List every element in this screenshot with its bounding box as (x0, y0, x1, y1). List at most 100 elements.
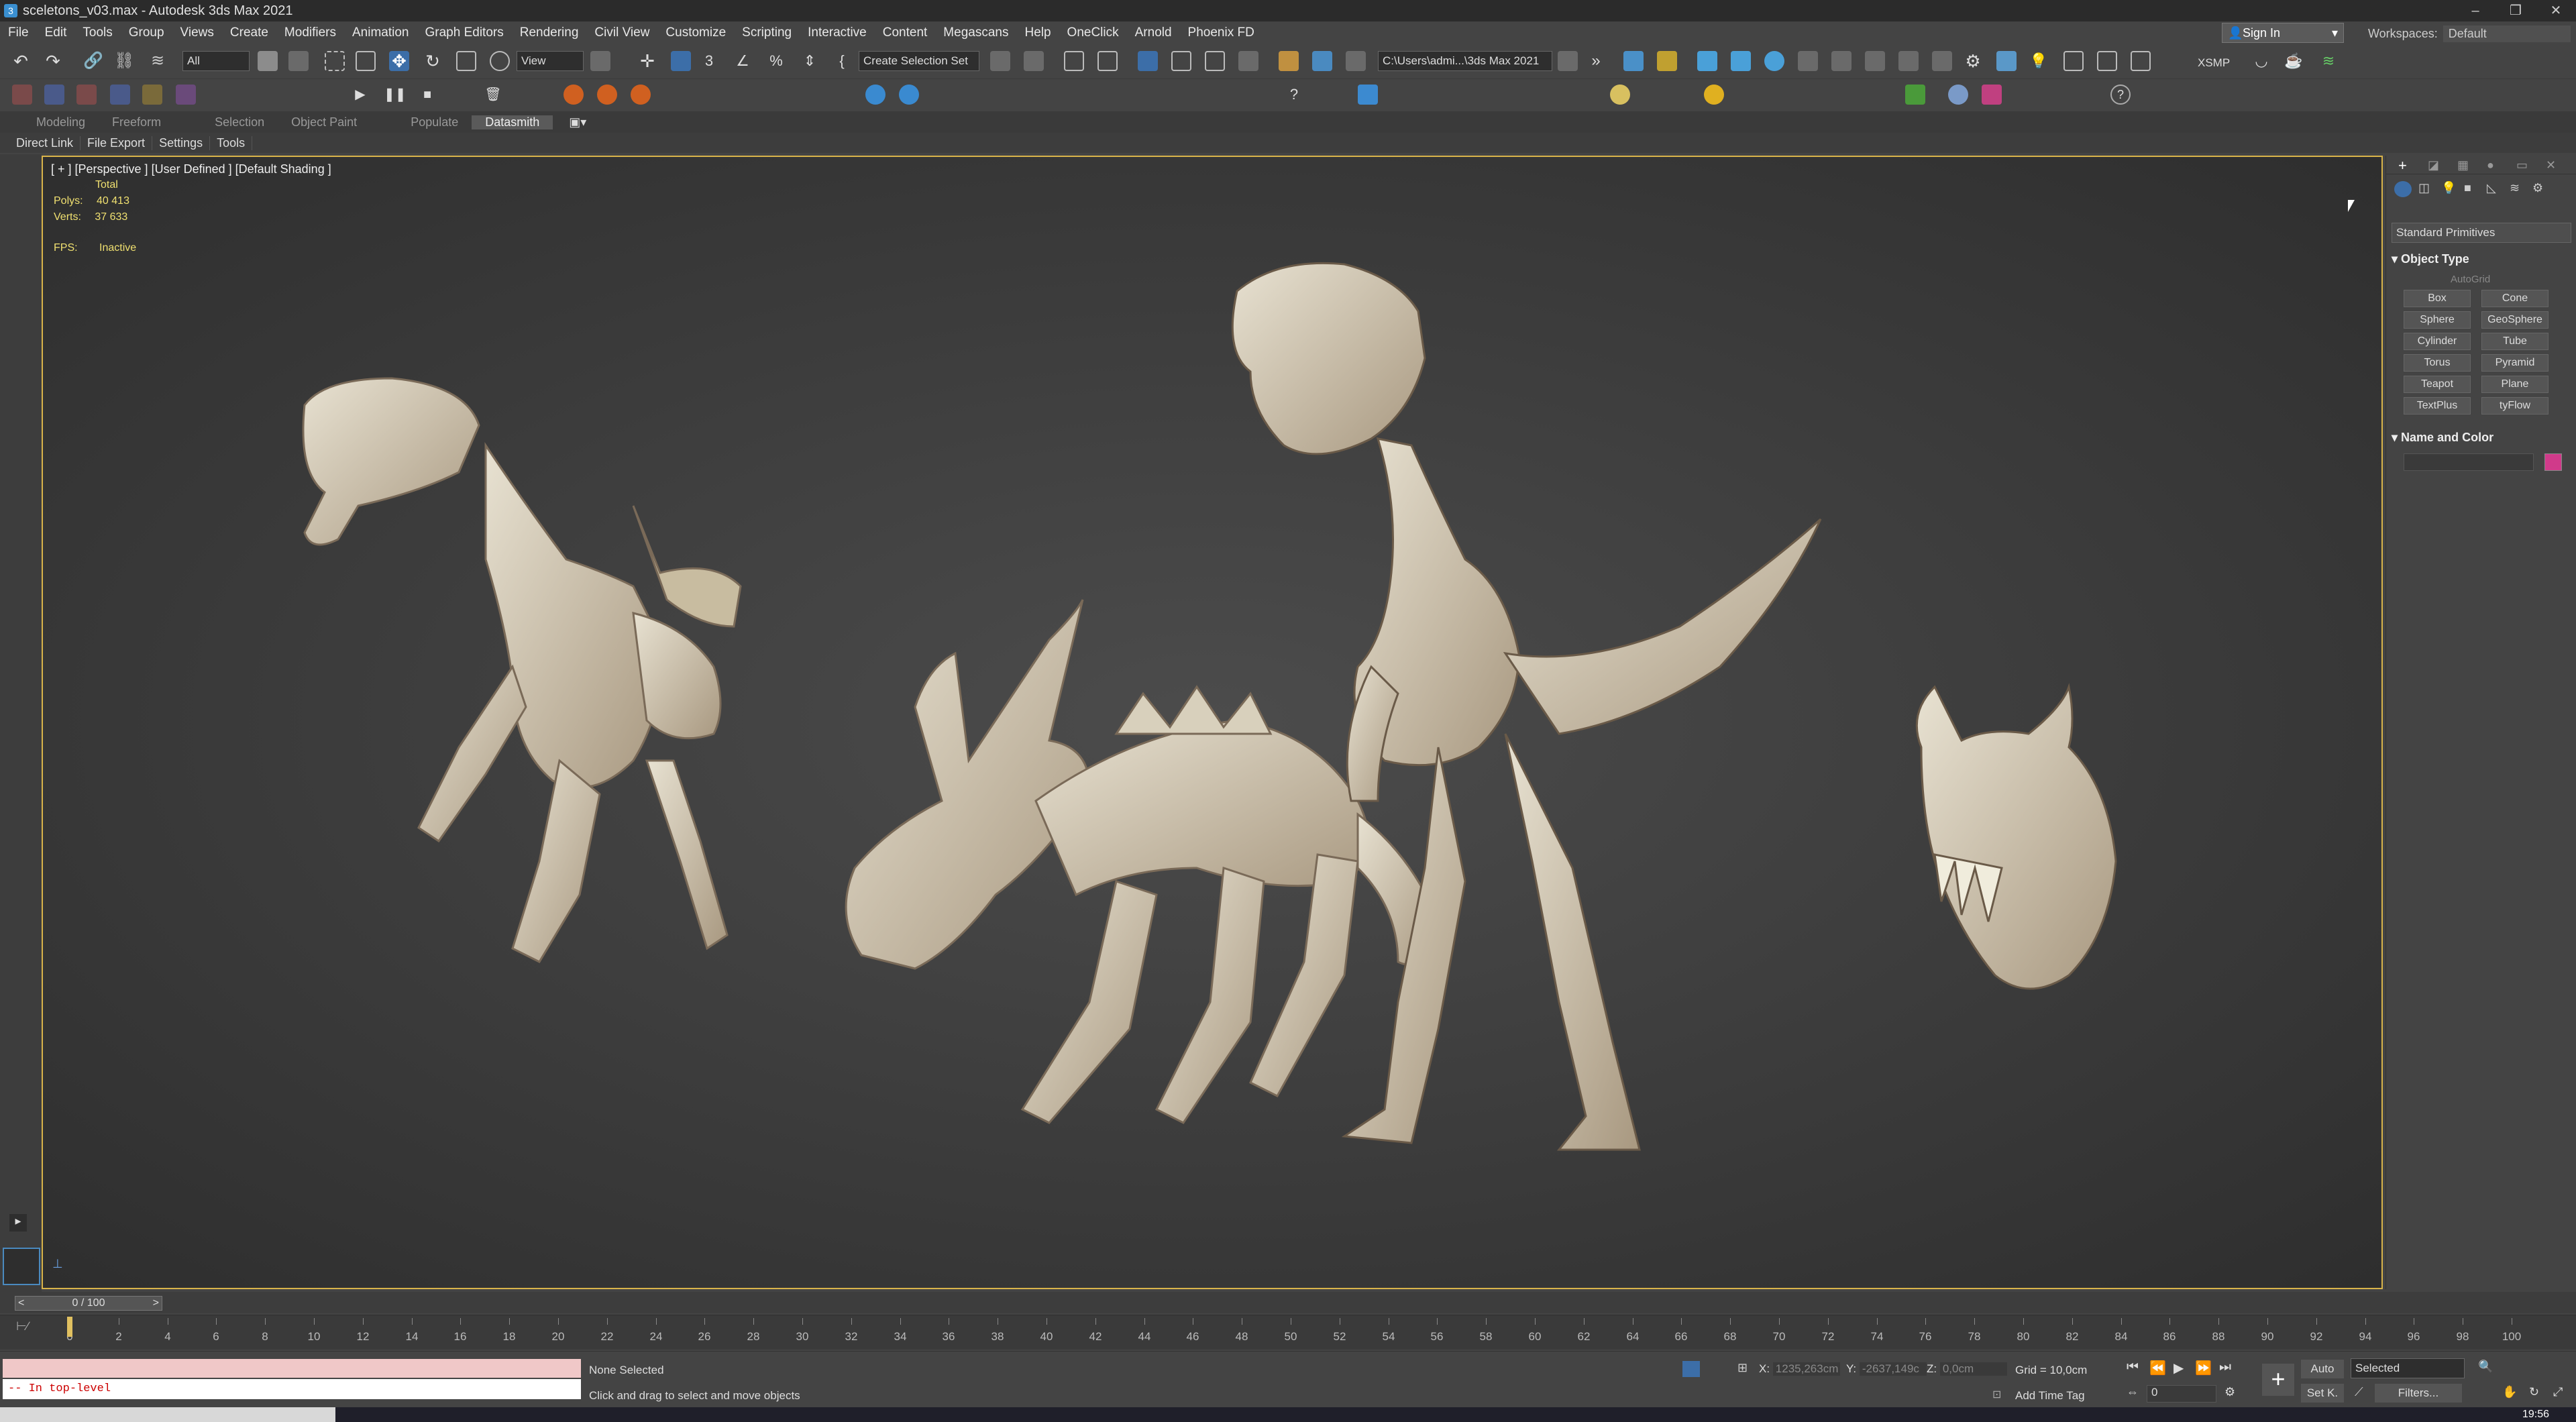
play-icon[interactable]: ▶ (350, 85, 370, 105)
delete-icon[interactable]: 🗑 (483, 85, 503, 105)
menu-megascans[interactable]: Megascans (935, 25, 1016, 40)
camera-icon[interactable] (1831, 51, 1851, 71)
cameras-category-icon[interactable]: ■ (2464, 181, 2471, 195)
phoenix-smoke-icon[interactable] (597, 85, 617, 105)
menu-modifiers[interactable]: Modifiers (276, 25, 344, 40)
menu-tools[interactable]: Tools (74, 25, 120, 40)
pivot-center-icon[interactable] (590, 51, 610, 71)
cylinder-button[interactable]: Cylinder (2404, 333, 2471, 350)
light-helper-icon[interactable] (110, 85, 130, 105)
taskbar-preview[interactable] (0, 1407, 335, 1422)
geometry-icon[interactable] (76, 85, 97, 105)
rotate-icon[interactable]: ↻ (423, 51, 443, 71)
close-button[interactable]: ✕ (2536, 0, 2576, 21)
display-tab-icon[interactable]: ▭ (2516, 158, 2528, 172)
undo-icon[interactable]: ↶ (11, 51, 31, 71)
z-coord[interactable]: Z: 0,0cm (1927, 1362, 2007, 1376)
auto-key-button[interactable]: Auto (2301, 1360, 2344, 1378)
object-color-swatch[interactable] (2544, 453, 2562, 471)
phoenix-ocean-icon[interactable] (899, 85, 919, 105)
menu-arnold[interactable]: Arnold (1127, 25, 1180, 40)
window-crossing-icon[interactable] (356, 51, 376, 71)
material-sphere-icon[interactable] (1610, 85, 1630, 105)
curve-editor-icon[interactable] (1171, 51, 1191, 71)
play-animation-icon[interactable]: ▶ (2174, 1360, 2184, 1376)
rectangular-selection-icon[interactable] (325, 51, 345, 71)
percent-snap-icon[interactable]: % (766, 51, 786, 71)
hierarchy-tab-icon[interactable]: ▦ (2457, 158, 2469, 172)
render-production-icon[interactable] (1346, 51, 1366, 71)
orbit-icon[interactable]: ↻ (2529, 1385, 2539, 1399)
menu-help[interactable]: Help (1016, 25, 1059, 40)
tab-populate[interactable]: Populate (397, 115, 472, 129)
phoenix-liquid-icon[interactable] (865, 85, 885, 105)
modify-tab-icon[interactable]: ◪ (2428, 158, 2439, 172)
material-editor-icon[interactable] (1238, 51, 1258, 71)
cone-button[interactable]: Cone (2481, 290, 2548, 307)
lights-category-icon[interactable]: 💡 (2441, 181, 2456, 195)
lightbulb-icon[interactable]: 💡 (2029, 51, 2049, 71)
unlink-icon[interactable]: ⛓ (114, 51, 134, 71)
restore-button[interactable]: ❐ (2496, 0, 2536, 21)
xsmp-label[interactable]: XSMP (2198, 56, 2230, 70)
spacewarp-icon[interactable] (176, 85, 196, 105)
viewport-layout-icon[interactable] (2063, 51, 2084, 71)
active-tool-icon[interactable] (1358, 85, 1378, 105)
textplus-button[interactable]: TextPlus (2404, 397, 2471, 415)
selection-filter-dropdown[interactable]: All (182, 51, 250, 71)
named-selection-set-dropdown[interactable]: Create Selection Set (859, 51, 979, 71)
tyflow-button[interactable]: tyFlow (2481, 397, 2548, 415)
set-key-big-icon[interactable]: + (2262, 1364, 2294, 1396)
schematic-view-icon[interactable] (1205, 51, 1225, 71)
tab-object-paint[interactable]: Object Paint (278, 115, 370, 129)
selection-lock-icon[interactable] (1682, 1361, 1700, 1377)
primitives-category-dropdown[interactable]: Standard Primitives (2392, 223, 2571, 243)
layers-icon[interactable]: ≋ (2318, 51, 2339, 71)
torus-button[interactable]: Torus (2404, 354, 2471, 372)
spacewarps-category-icon[interactable]: ≋ (2510, 181, 2520, 195)
menu-graph-editors[interactable]: Graph Editors (417, 25, 512, 40)
geometry-category-icon[interactable] (2394, 181, 2412, 197)
tab-selection[interactable]: Selection (201, 115, 278, 129)
phoenix-explosion-icon[interactable] (631, 85, 651, 105)
help-circle-icon[interactable]: ? (2110, 85, 2131, 105)
shape-icon[interactable] (44, 85, 64, 105)
tab-modeling[interactable]: Modeling (23, 115, 99, 129)
object-name-input[interactable] (2404, 453, 2534, 471)
render-view-icon[interactable] (1932, 51, 1952, 71)
maximize-viewport-icon[interactable]: ⤢ (2553, 1385, 2563, 1399)
pan-icon[interactable]: ✋ (2502, 1385, 2517, 1399)
toolbar-overflow-icon[interactable]: » (1586, 51, 1606, 71)
current-frame-marker[interactable] (67, 1317, 72, 1337)
bind-space-warp-icon[interactable]: ≋ (148, 51, 168, 71)
spinner-snap-icon[interactable]: ⇕ (800, 51, 820, 71)
menu-phoenix-fd[interactable]: Phoenix FD (1180, 25, 1263, 40)
camera-helper-icon[interactable] (142, 85, 162, 105)
arnold-log-icon[interactable] (1657, 51, 1677, 71)
motion-tab-icon[interactable]: ● (2487, 158, 2494, 172)
helpers-category-icon[interactable]: ◺ (2487, 181, 2496, 195)
tab-freeform[interactable]: Freeform (99, 115, 174, 129)
align-icon[interactable] (1024, 51, 1044, 71)
menu-views[interactable]: Views (172, 25, 222, 40)
geosphere-button[interactable]: GeoSphere (2481, 311, 2548, 329)
utilities-tab-icon[interactable]: ✕ (2546, 158, 2556, 172)
viewport-layout-tab-icon[interactable] (3, 1248, 40, 1285)
sphere-button[interactable]: Sphere (2404, 311, 2471, 329)
menu-customize[interactable]: Customize (657, 25, 734, 40)
expand-arrow-icon[interactable]: ▸ (9, 1214, 27, 1232)
project-path-dropdown[interactable]: C:\Users\admi...\3ds Max 2021 (1378, 51, 1552, 71)
trex-skeleton-left[interactable] (302, 377, 742, 963)
menu-oneclick[interactable]: OneClick (1059, 25, 1127, 40)
ribbon-options-icon[interactable]: ▣▾ (569, 115, 586, 129)
filters-button[interactable]: Filters... (2375, 1384, 2462, 1403)
select-manipulate-icon[interactable]: ✛ (637, 51, 657, 71)
coordinate-mode-icon[interactable]: ⊞ (1737, 1361, 1748, 1375)
tube-button[interactable]: Tube (2481, 333, 2548, 350)
project-folder-icon[interactable] (1558, 51, 1578, 71)
create-tab-icon[interactable]: + (2398, 157, 2407, 174)
autogrid-checkbox[interactable]: AutoGrid (2451, 274, 2490, 285)
angle-snap-icon[interactable]: ∠ (733, 51, 753, 71)
perspective-viewport[interactable]: [ + ] [Perspective ] [User Defined ] [De… (42, 156, 2383, 1289)
select-object-icon[interactable] (258, 51, 278, 71)
